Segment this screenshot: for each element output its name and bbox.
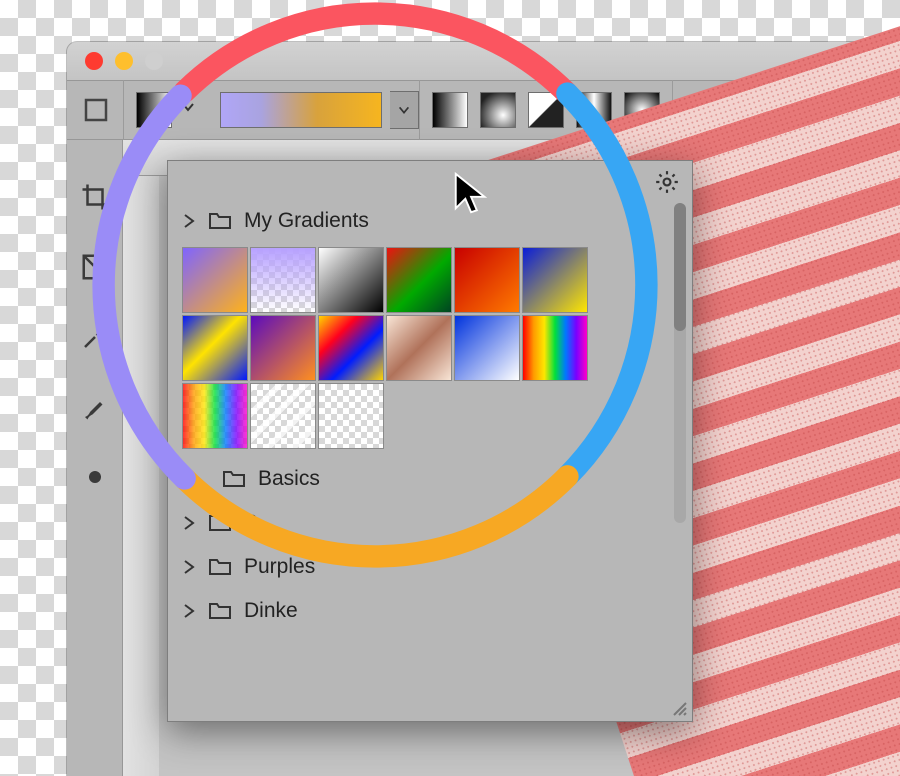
gradient-swatch[interactable]	[318, 315, 384, 381]
folder-row-basics[interactable]: Basics	[168, 457, 692, 501]
window-close-button[interactable]	[85, 52, 103, 70]
crop-tool-icon[interactable]	[78, 180, 112, 214]
chevron-down-icon	[397, 103, 411, 117]
folder-icon	[208, 513, 232, 533]
swatch-grid	[168, 243, 612, 457]
gradient-dropdown-button[interactable]	[390, 91, 419, 129]
chevron-right-icon	[182, 214, 196, 228]
gradient-swatch[interactable]	[250, 383, 316, 449]
gradient-swatch[interactable]	[386, 247, 452, 313]
ruler-vertical	[123, 176, 160, 776]
folder-row-purples[interactable]: Purples	[168, 545, 692, 589]
scrollbar[interactable]	[674, 203, 686, 523]
gradient-type-radial[interactable]	[480, 92, 516, 128]
eyedropper-tool-icon[interactable]	[78, 320, 112, 354]
folder-icon	[208, 601, 232, 621]
folder-label: Purples	[244, 555, 315, 579]
gradient-swatch[interactable]	[454, 315, 520, 381]
folder-row-blues[interactable]: B	[168, 501, 692, 545]
chevron-down-icon	[180, 99, 196, 121]
gradient-swatch[interactable]	[454, 247, 520, 313]
current-gradient-swatch[interactable]	[220, 92, 382, 128]
chevron-right-icon	[182, 604, 196, 618]
gradient-swatch[interactable]	[318, 247, 384, 313]
solid-swatch[interactable]	[136, 92, 172, 128]
gradient-swatch[interactable]	[250, 247, 316, 313]
folder-label: Basics	[258, 467, 320, 491]
solid-swatch-cell[interactable]	[124, 92, 208, 128]
gradient-swatch[interactable]	[522, 247, 588, 313]
tool-icon	[81, 95, 111, 125]
chevron-right-icon	[182, 516, 196, 530]
gradient-swatch[interactable]	[250, 315, 316, 381]
tool-preset-cell[interactable]	[69, 95, 123, 125]
gradient-type-angle[interactable]	[528, 92, 564, 128]
gradient-swatch[interactable]	[182, 247, 248, 313]
gradient-swatch[interactable]	[182, 315, 248, 381]
resize-grip-icon[interactable]	[670, 699, 688, 717]
gradient-type-linear[interactable]	[432, 92, 468, 128]
window-minimize-button[interactable]	[115, 52, 133, 70]
folder-row-my-gradients[interactable]: My Gradients	[168, 199, 692, 243]
folder-label: My Gradients	[244, 209, 369, 233]
gradient-picker-panel: My Gradients Basics B	[167, 160, 693, 722]
folder-icon	[222, 469, 246, 489]
folder-label: B	[244, 511, 258, 535]
chevron-right-icon	[182, 560, 196, 574]
folder-row-pinks[interactable]: Dinke	[168, 589, 692, 633]
gradient-swatch[interactable]	[318, 383, 384, 449]
dot-tool-icon[interactable]	[78, 460, 112, 494]
scrollbar-thumb[interactable]	[674, 203, 686, 331]
page: Mode 7 My Gradien	[0, 0, 900, 776]
picker-header	[168, 161, 692, 199]
folder-icon	[208, 211, 232, 231]
tool-strip	[67, 140, 123, 776]
folder-label: Dinke	[244, 599, 298, 623]
gradient-swatch[interactable]	[182, 383, 248, 449]
gear-icon[interactable]	[654, 169, 680, 195]
gradient-swatch-cell[interactable]	[208, 91, 419, 129]
folder-icon	[208, 557, 232, 577]
brush-tool-icon[interactable]	[78, 390, 112, 424]
window-zoom-button[interactable]	[145, 52, 163, 70]
gradient-swatch[interactable]	[522, 315, 588, 381]
frame-tool-icon[interactable]	[78, 250, 112, 284]
gradient-swatch[interactable]	[386, 315, 452, 381]
